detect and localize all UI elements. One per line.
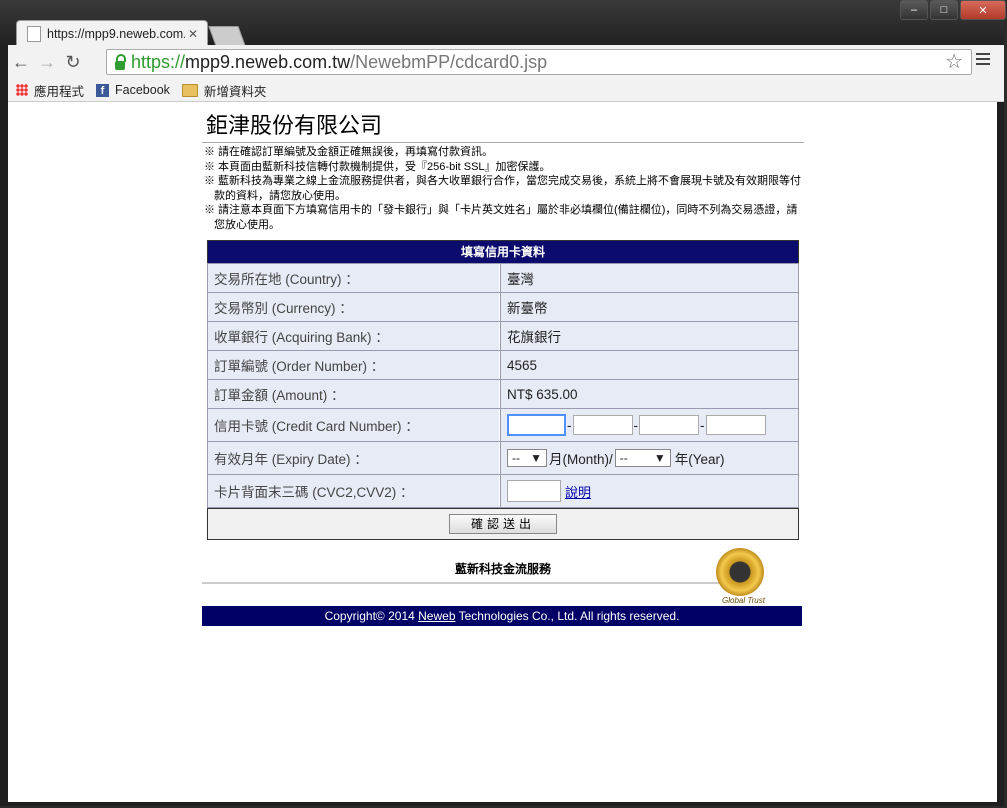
new-tab-button[interactable] [208, 26, 246, 46]
row-value: 新臺幣 [500, 292, 799, 322]
row-label: 訂單金額 (Amount) ： [207, 379, 502, 409]
tab-title: https://mpp9.neweb.com.tw [47, 27, 185, 41]
facebook-icon: f [96, 83, 110, 97]
window-controls: – □ ✕ [898, 0, 1006, 20]
bookmark-star-icon[interactable]: ☆ [945, 50, 963, 74]
card-number-field-4[interactable] [705, 415, 766, 435]
notice-item: ※ 本頁面由藍新科技信轉付款機制提供，受『256-bit SSL』加密保護。 [204, 160, 551, 173]
table-row: 訂單金額 (Amount) ： NT$ 635.00 [207, 379, 799, 409]
folder-icon [181, 83, 198, 97]
expiry-row: 有效月年 (Expiry Date) ： -- ▼ 月(Month)/ -- ▼ 年… [207, 441, 799, 475]
row-label: 交易幣別 (Currency) ： [207, 292, 502, 322]
browser-window: – □ ✕ https://mpp9.neweb.com.tw ✕ ← → ↻ … [0, 0, 1006, 806]
maximize-button[interactable]: □ [930, 0, 958, 20]
cvc-inputs: 說明 [500, 474, 799, 508]
reload-icon[interactable]: ↻ [60, 52, 86, 73]
submit-button[interactable]: 確認送出 [449, 514, 557, 534]
dropdown-arrow-icon: ▼ [653, 451, 666, 465]
row-value: 花旗銀行 [500, 321, 799, 351]
lock-icon [115, 53, 126, 70]
browser-tab[interactable]: https://mpp9.neweb.com.tw ✕ [16, 20, 208, 47]
row-value: 臺灣 [500, 263, 799, 293]
notice-item: ※ 藍新科技為專業之線上金流服務提供者，與各大收單銀行合作，當您完成交易後，系統… [204, 175, 802, 202]
cvc-label: 卡片背面末三碼 (CVC2,CVV2) ： [207, 474, 502, 508]
row-label: 收單銀行 (Acquiring Bank) ： [207, 321, 502, 351]
row-value: NT$ 635.00 [500, 379, 799, 409]
bookmark-new-folder[interactable]: 新增資料夾 [181, 81, 266, 100]
card-number-row: 信用卡號 (Credit Card Number) ： - - - [207, 408, 799, 442]
expiry-label: 有效月年 (Expiry Date) ： [207, 441, 502, 475]
card-separator: - [633, 417, 639, 433]
menu-icon[interactable] [976, 53, 990, 68]
cvc-help-link[interactable]: 說明 [565, 482, 591, 501]
divider [202, 582, 722, 584]
notice-item: ※ 請注意本頁面下方填寫信用卡的「發卡銀行」與「卡片英文姓名」屬於非必填欄位(備… [204, 204, 798, 231]
payment-page: 鉅津股份有限公司 ※ 請在確認訂單編號及金額正確無誤後，再填寫付款資訊。 ※ 本… [202, 112, 804, 626]
page-icon [27, 26, 41, 42]
table-row: 交易所在地 (Country) ： 臺灣 [207, 263, 799, 293]
notice-list: ※ 請在確認訂單編號及金額正確無誤後，再填寫付款資訊。 ※ 本頁面由藍新科技信轉… [202, 143, 804, 232]
card-number-field-3[interactable] [639, 415, 699, 435]
bookmark-apps[interactable]: 應用程式 [8, 81, 84, 100]
table-row: 交易幣別 (Currency) ： 新臺幣 [207, 292, 799, 322]
page-content: 鉅津股份有限公司 ※ 請在確認訂單編號及金額正確無誤後，再填寫付款資訊。 ※ 本… [8, 102, 997, 802]
close-window-button[interactable]: ✕ [960, 0, 1006, 20]
service-title: 藍新科技金流服務 [454, 562, 551, 576]
browser-toolbar: ← → ↻ https://mpp9.neweb.com.tw/NewebmPP… [8, 45, 1004, 79]
row-label: 訂單編號 (Order Number) ： [207, 350, 502, 380]
minimize-button[interactable]: – [900, 0, 928, 20]
card-number-inputs: - - - [500, 408, 799, 442]
table-row: 訂單編號 (Order Number) ： 4565 [207, 350, 799, 380]
copyright-footer: Copyright© 2014 Neweb Technologies Co., … [202, 606, 802, 626]
card-separator: - [567, 417, 572, 433]
bookmark-facebook[interactable]: f Facebook [96, 83, 170, 97]
cvc-field[interactable] [507, 480, 561, 502]
year-select[interactable]: -- ▼ [614, 449, 671, 467]
row-label: 交易所在地 (Country) ： [207, 263, 502, 293]
url-text: https://mpp9.neweb.com.tw/NewebmPP/cdcar… [131, 51, 548, 72]
expiry-inputs: -- ▼ 月(Month)/ -- ▼ 年(Year) [500, 441, 799, 475]
neweb-link[interactable]: Neweb [418, 609, 455, 623]
year-text: 年(Year) [674, 452, 725, 467]
bookmarks-bar: 應用程式 f Facebook 新增資料夾 [8, 79, 1004, 102]
month-select[interactable]: -- ▼ [507, 449, 547, 467]
close-tab-icon[interactable]: ✕ [185, 27, 201, 41]
forward-arrow-icon[interactable]: → [34, 52, 60, 73]
company-name: 鉅津股份有限公司 [202, 112, 804, 143]
card-number-field-1[interactable] [507, 414, 566, 436]
global-trust-seal-icon[interactable] [716, 548, 764, 596]
submit-row: 確認送出 [208, 507, 798, 539]
table-row: 收單銀行 (Acquiring Bank) ： 花旗銀行 [207, 321, 799, 351]
title-bar: – □ ✕ https://mpp9.neweb.com.tw ✕ [0, 0, 1006, 47]
dropdown-arrow-icon: ▼ [530, 451, 542, 465]
seal-text: Global Trust [722, 596, 765, 605]
month-text: 月(Month)/ [549, 452, 613, 467]
card-number-field-2[interactable] [572, 415, 633, 435]
back-arrow-icon[interactable]: ← [8, 52, 34, 73]
credit-card-form: 填寫信用卡資料 交易所在地 (Country) ： 臺灣 交易幣別 (Curre… [207, 240, 799, 540]
card-separator: - [700, 417, 705, 433]
cvc-row: 卡片背面末三碼 (CVC2,CVV2) ： 說明 [207, 474, 799, 508]
form-title: 填寫信用卡資料 [208, 241, 798, 263]
notice-item: ※ 請在確認訂單編號及金額正確無誤後，再填寫付款資訊。 [204, 146, 494, 158]
card-number-label: 信用卡號 (Credit Card Number) ： [207, 408, 502, 442]
apps-icon [16, 84, 28, 96]
row-value: 4565 [500, 350, 799, 380]
address-bar[interactable]: https://mpp9.neweb.com.tw/NewebmPP/cdcar… [106, 49, 972, 75]
